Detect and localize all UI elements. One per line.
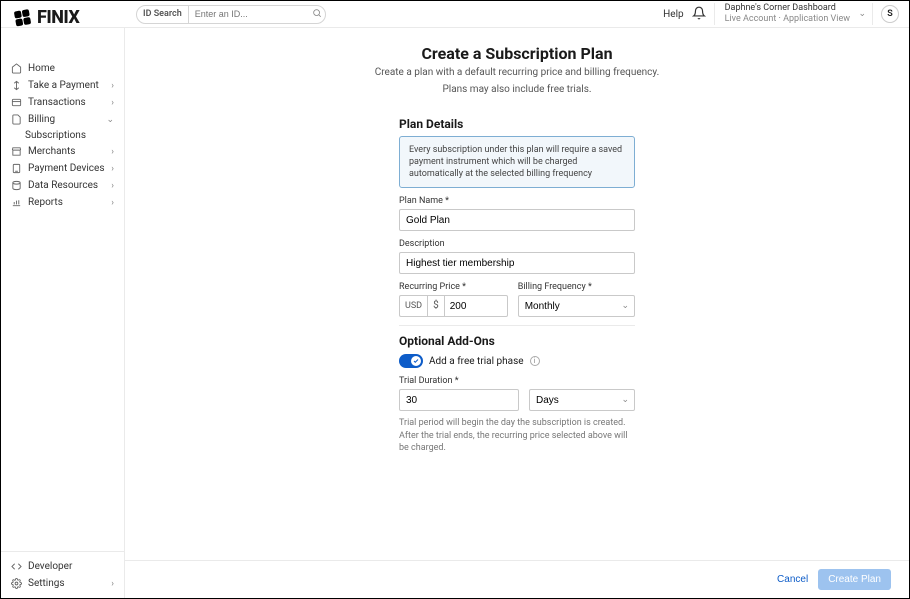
merchants-icon xyxy=(11,146,22,157)
check-icon xyxy=(413,358,419,364)
avatar[interactable]: S xyxy=(881,5,899,23)
help-link[interactable]: Help xyxy=(663,9,683,20)
notifications-icon[interactable] xyxy=(692,6,706,23)
description-input[interactable] xyxy=(399,252,635,274)
sidebar-item-transactions[interactable]: Transactions › xyxy=(1,94,124,111)
cancel-button[interactable]: Cancel xyxy=(777,574,808,585)
chevron-right-icon: › xyxy=(111,81,114,91)
currency-label: USD xyxy=(399,295,427,317)
logo-text: FINIX xyxy=(37,7,79,28)
description-label: Description xyxy=(399,239,635,249)
section-optional-addons: Optional Add-Ons xyxy=(399,334,635,348)
devices-icon xyxy=(11,163,22,174)
home-icon xyxy=(11,63,22,74)
chevron-right-icon: › xyxy=(111,98,114,108)
sidebar-item-label: Billing xyxy=(28,114,55,125)
sidebar-item-merchants[interactable]: Merchants › xyxy=(1,143,124,160)
search-icon[interactable] xyxy=(309,8,325,21)
gear-icon xyxy=(11,578,22,589)
page-subtitle-2: Plans may also include free trials. xyxy=(125,83,909,97)
account-switcher[interactable]: Daphne's Corner Dashboard Live Account ·… xyxy=(714,3,873,25)
page-title: Create a Subscription Plan xyxy=(125,44,909,63)
developer-icon xyxy=(11,561,22,572)
plan-name-label: Plan Name * xyxy=(399,196,635,206)
create-plan-button[interactable]: Create Plan xyxy=(818,569,891,590)
search-tag: ID Search xyxy=(137,6,189,23)
sidebar-item-label: Developer xyxy=(28,561,72,572)
recurring-price-label: Recurring Price * xyxy=(399,282,508,292)
sidebar-item-billing[interactable]: Billing ⌄ xyxy=(1,111,124,128)
sidebar-item-payment-devices[interactable]: Payment Devices › xyxy=(1,160,124,177)
trial-duration-unit-select[interactable] xyxy=(529,389,635,411)
sidebar-item-take-a-payment[interactable]: Take a Payment › xyxy=(1,77,124,94)
logo[interactable]: FINIX xyxy=(3,3,89,38)
currency-symbol: $ xyxy=(427,295,444,317)
chevron-right-icon: › xyxy=(111,198,114,208)
sidebar-item-label: Transactions xyxy=(28,97,86,108)
sidebar-item-label: Payment Devices xyxy=(28,163,104,174)
trial-duration-input[interactable] xyxy=(399,389,519,411)
logo-mark-icon xyxy=(14,9,34,27)
recurring-price-input[interactable] xyxy=(444,295,508,317)
sidebar-item-label: Take a Payment xyxy=(28,80,99,91)
sidebar-item-label: Data Resources xyxy=(28,180,98,191)
plan-name-input[interactable] xyxy=(399,209,635,231)
info-box: Every subscription under this plan will … xyxy=(399,136,635,188)
free-trial-toggle[interactable] xyxy=(399,354,423,368)
account-sub: Live Account · Application View xyxy=(725,14,850,25)
trial-duration-label: Trial Duration * xyxy=(399,376,635,386)
chevron-right-icon: › xyxy=(111,147,114,157)
sidebar-item-label: Home xyxy=(28,63,55,74)
sidebar-item-label: Settings xyxy=(28,578,65,589)
sidebar-item-developer[interactable]: Developer xyxy=(1,558,124,575)
account-name: Daphne's Corner Dashboard xyxy=(725,3,850,14)
data-icon xyxy=(11,180,22,191)
trial-helper-text: Trial period will begin the day the subs… xyxy=(399,417,635,453)
sidebar-item-data-resources[interactable]: Data Resources › xyxy=(1,177,124,194)
billing-frequency-select[interactable] xyxy=(518,295,635,317)
billing-frequency-label: Billing Frequency * xyxy=(518,282,635,292)
sidebar-item-reports[interactable]: Reports › xyxy=(1,194,124,211)
sidebar-item-home[interactable]: Home xyxy=(1,60,124,77)
chevron-right-icon: › xyxy=(111,164,114,174)
sidebar-item-settings[interactable]: Settings › xyxy=(1,575,124,592)
payment-icon xyxy=(11,80,22,91)
section-plan-details: Plan Details xyxy=(399,117,635,131)
transactions-icon xyxy=(11,97,22,108)
free-trial-label: Add a free trial phase xyxy=(429,356,524,367)
search-input[interactable] xyxy=(189,6,309,23)
info-icon[interactable]: i xyxy=(530,356,540,366)
reports-icon xyxy=(11,197,22,208)
chevron-right-icon: › xyxy=(111,579,114,589)
sidebar-item-subscriptions[interactable]: Subscriptions xyxy=(1,128,124,143)
billing-icon xyxy=(11,114,22,125)
page-subtitle-1: Create a plan with a default recurring p… xyxy=(125,66,909,80)
chevron-right-icon: › xyxy=(111,181,114,191)
chevron-down-icon: ⌄ xyxy=(858,9,866,20)
sidebar-item-label: Reports xyxy=(28,197,63,208)
id-search[interactable]: ID Search xyxy=(136,5,326,24)
sidebar-item-label: Merchants xyxy=(28,146,75,157)
chevron-down-icon: ⌄ xyxy=(106,115,114,125)
sidebar: Home Take a Payment › Transactions › Bil… xyxy=(1,28,125,598)
